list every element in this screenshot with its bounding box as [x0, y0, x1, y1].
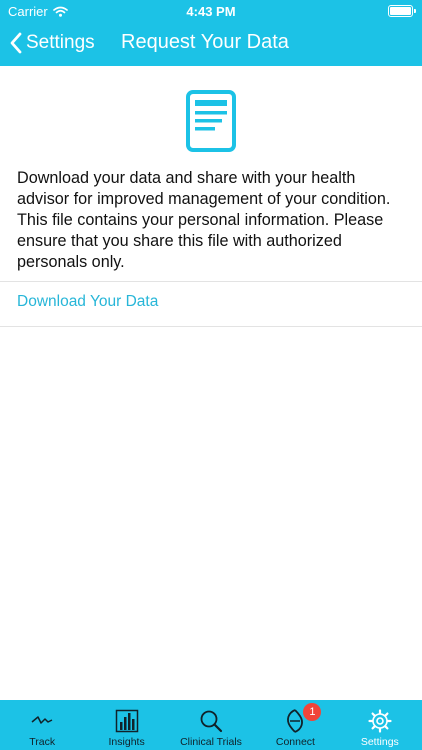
- nav-header: Carrier 4:43 PM Settings Request Your Da…: [0, 0, 422, 66]
- pulse-icon: [31, 716, 53, 724]
- download-data-button[interactable]: Download Your Data: [17, 293, 158, 311]
- battery-icon: [388, 5, 416, 17]
- divider-bottom: [0, 326, 422, 327]
- page-title: Request Your Data: [121, 31, 289, 53]
- magnifier-icon: [200, 710, 223, 733]
- tab-settings[interactable]: Settings: [338, 700, 422, 750]
- tab-connect[interactable]: 1 Connect: [253, 700, 337, 750]
- tab-settings-label: Settings: [360, 736, 399, 748]
- status-time: 4:43 PM: [186, 4, 236, 19]
- document-icon: [186, 90, 236, 152]
- bar-chart-icon: [115, 709, 138, 733]
- back-button[interactable]: Settings: [10, 30, 95, 56]
- tab-track-label: Track: [29, 736, 56, 748]
- tab-clinical-trials-label: Clinical Trials: [180, 736, 242, 748]
- divider-top: [0, 281, 422, 282]
- gear-icon: [368, 709, 392, 733]
- status-bar: Carrier 4:43 PM: [0, 0, 422, 22]
- description-text: Download your data and share with your h…: [17, 169, 391, 271]
- tab-track[interactable]: Track: [0, 700, 84, 750]
- notification-badge: 1: [303, 703, 322, 721]
- chevron-left-icon: [10, 32, 22, 54]
- tab-bar: Track Insights Clinical Trials 1 Connect: [0, 700, 422, 750]
- back-button-label: Settings: [26, 32, 95, 53]
- tab-insights[interactable]: Insights: [84, 700, 168, 750]
- tab-connect-label: Connect: [275, 736, 315, 748]
- tab-clinical-trials[interactable]: Clinical Trials: [169, 700, 253, 750]
- tab-insights-label: Insights: [108, 736, 145, 748]
